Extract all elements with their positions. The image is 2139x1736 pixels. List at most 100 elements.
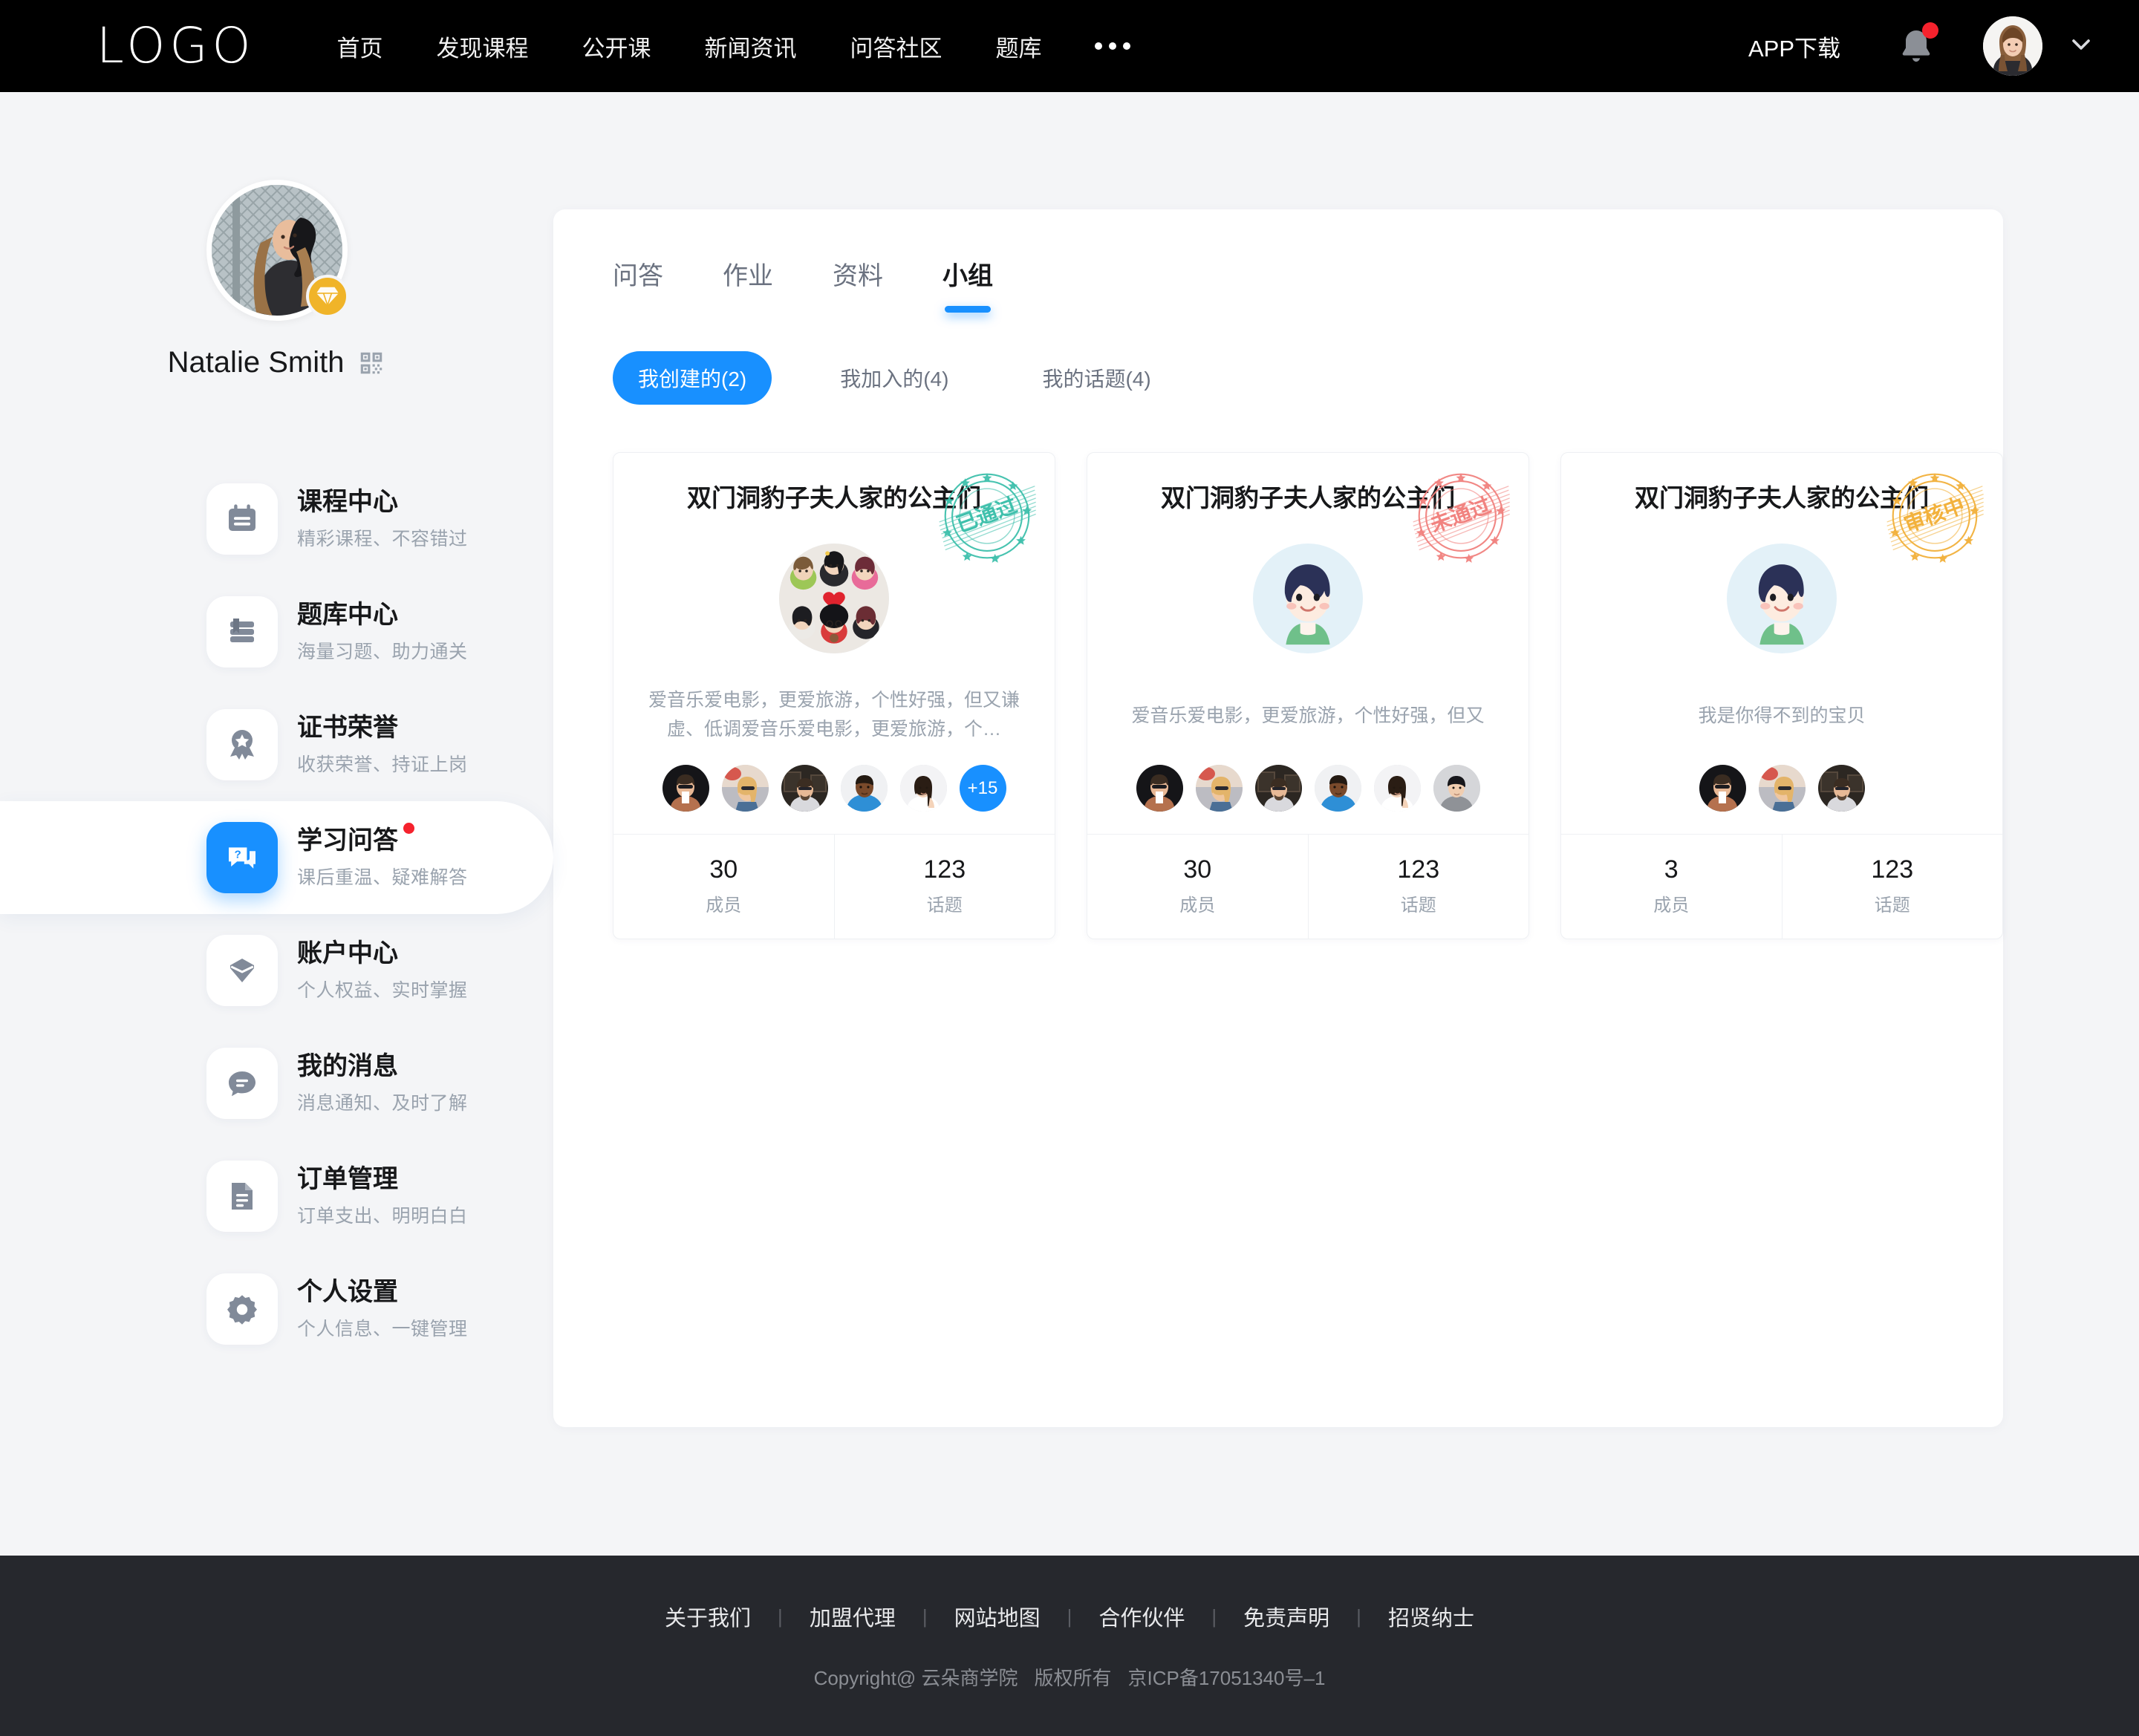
filter-created-by-me[interactable]: 我创建的(2)	[613, 351, 772, 405]
member-avatar[interactable]	[1699, 765, 1746, 812]
group-description: 爱音乐爱电影，更爱旅游，个性好强，但又	[1131, 705, 1485, 726]
chevron-down-icon[interactable]	[2066, 30, 2096, 63]
member-avatar[interactable]	[721, 765, 769, 812]
tab-groups[interactable]: 小组	[942, 255, 993, 313]
group-avatar	[779, 544, 889, 653]
question-chat-icon: ?	[206, 822, 278, 893]
member-avatar[interactable]	[1758, 765, 1806, 812]
nav-item-open-class[interactable]: 公开课	[582, 30, 651, 63]
ellipsis-icon[interactable]	[1095, 42, 1131, 50]
qrcode-icon[interactable]	[357, 349, 385, 377]
sidebar-item-title: 学习问答	[297, 822, 414, 856]
stat-members: 3 成员	[1561, 835, 1782, 939]
nav-item-news[interactable]: 新闻资讯	[704, 30, 796, 63]
group-member-avatars: +15	[645, 765, 1023, 812]
stat-label: 话题	[1874, 895, 1910, 916]
tab-materials[interactable]: 资料	[833, 255, 883, 313]
tab-homework[interactable]: 作业	[723, 255, 773, 313]
bell-icon[interactable]	[1895, 22, 1938, 68]
nav-item-qa-community[interactable]: 问答社区	[850, 30, 942, 63]
sidebar-item-text: 学习问答 课后重温、疑难解答	[297, 822, 468, 890]
filter-my-topics[interactable]: 我的话题(4)	[1017, 351, 1176, 405]
sidebar-item-my-messages[interactable]: 我的消息 消息通知、及时了解	[0, 1027, 553, 1140]
sidebar-item-title: 订单管理	[297, 1164, 398, 1195]
member-avatar[interactable]	[1373, 765, 1421, 812]
sidebar-item-course-center[interactable]: 课程中心 精彩课程、不容错过	[0, 463, 553, 575]
nav-item-question-bank[interactable]: 题库	[995, 30, 1041, 63]
stat-label: 话题	[926, 895, 963, 916]
footer-link-franchise[interactable]: 加盟代理	[810, 1601, 896, 1632]
sidebar-item-sub: 课后重温、疑难解答	[297, 867, 468, 889]
nav-item-courses[interactable]: 发现课程	[436, 30, 528, 63]
sidebar-item-study-qa[interactable]: ? 学习问答 课后重温、疑难解答	[0, 801, 553, 914]
member-avatar[interactable]	[1254, 765, 1302, 812]
member-avatar[interactable]	[1817, 765, 1865, 812]
member-avatar[interactable]	[1195, 765, 1243, 812]
group-card-body: 双门洞豹子夫人家的公主们	[613, 453, 1055, 834]
calendar-icon	[206, 483, 278, 555]
sidebar-item-title: 账户中心	[297, 939, 398, 969]
sidebar-item-sub: 收获荣誉、持证上岗	[297, 754, 468, 776]
sidebar-item-label: 课程中心	[297, 487, 398, 516]
group-card[interactable]: 双门洞豹子夫人家的公主们	[1560, 452, 2003, 939]
sidebar: Natalie Smith 课程中心 精彩课程、不容错过 题库中心 海量习题、助…	[0, 92, 553, 1365]
diamond-glyph	[230, 959, 254, 982]
member-avatar[interactable]	[1433, 765, 1480, 812]
group-avatar	[1727, 544, 1837, 653]
sidebar-item-account-center[interactable]: 账户中心 个人权益、实时掌握	[0, 914, 553, 1027]
footer-link-about[interactable]: 关于我们	[665, 1601, 751, 1632]
group-stats: 30 成员 123 话题	[1087, 834, 1528, 939]
footer-link-partners[interactable]: 合作伙伴	[1098, 1601, 1185, 1632]
footer-link-disclaimer[interactable]: 免责声明	[1243, 1601, 1329, 1632]
member-avatar[interactable]	[781, 765, 828, 812]
diamond-icon	[305, 275, 349, 318]
sidebar-item-text: 订单管理 订单支出、明明白白	[297, 1164, 468, 1229]
nav-item-home[interactable]: 首页	[336, 30, 382, 63]
avatar[interactable]	[1983, 16, 2042, 76]
member-avatar[interactable]	[899, 765, 947, 812]
profile-block: Natalie Smith	[0, 180, 553, 379]
sidebar-item-text: 题库中心 海量习题、助力通关	[297, 600, 468, 665]
sidebar-item-text: 课程中心 精彩课程、不容错过	[297, 487, 468, 552]
group-avatar	[1253, 544, 1363, 653]
group-card[interactable]: 双门洞豹子夫人家的公主们	[1087, 452, 1529, 939]
primary-nav: 首页 发现课程 公开课 新闻资讯 问答社区 题库	[336, 30, 1131, 63]
footer-separator: |	[1067, 1605, 1072, 1628]
app-download-link[interactable]: APP下载	[1748, 30, 1840, 63]
member-avatar[interactable]	[840, 765, 888, 812]
content-tabs: 问答 作业 资料 小组	[553, 209, 2003, 313]
sidebar-item-sub: 个人信息、一键管理	[297, 1319, 468, 1340]
group-filter-pills: 我创建的(2) 我加入的(4) 我的话题(4)	[553, 313, 2003, 405]
sidebar-item-question-bank-center[interactable]: 题库中心 海量习题、助力通关	[0, 575, 553, 688]
group-card[interactable]: 双门洞豹子夫人家的公主们	[613, 452, 1055, 939]
sidebar-item-order-management[interactable]: 订单管理 订单支出、明明白白	[0, 1140, 553, 1253]
sidebar-item-personal-settings[interactable]: 个人设置 个人信息、一键管理	[0, 1253, 553, 1365]
tab-qa[interactable]: 问答	[613, 255, 663, 313]
member-avatar[interactable]	[662, 765, 709, 812]
qrcode-glyph	[361, 352, 382, 373]
sidebar-item-label: 个人设置	[297, 1277, 398, 1306]
rights-text: 版权所有	[1034, 1667, 1112, 1689]
footer-link-sitemap[interactable]: 网站地图	[954, 1601, 1041, 1632]
profile-avatar-wrap[interactable]	[206, 180, 349, 321]
calendar-glyph	[229, 504, 255, 531]
sidebar-item-label: 证书荣誉	[297, 713, 398, 742]
medal-icon	[206, 709, 278, 780]
main-panel: 问答 作业 资料 小组 我创建的(2) 我加入的(4) 我的话题(4) 双门洞豹…	[553, 209, 2003, 1427]
gear-glyph	[227, 1295, 257, 1325]
sidebar-item-certificates[interactable]: 证书荣誉 收获荣誉、持证上岗	[0, 688, 553, 801]
group-card-list: 双门洞豹子夫人家的公主们 已通过 爱音乐爱电影，更爱旅游，个性好强，但又谦虚、低…	[553, 405, 2003, 939]
group-member-avatars	[1119, 765, 1497, 812]
filter-joined-by-me[interactable]: 我加入的(4)	[815, 351, 974, 405]
stat-value: 123	[1871, 855, 1914, 884]
icp-text[interactable]: 京ICP备17051340号–1	[1127, 1663, 1325, 1691]
boy-avatar-image	[1727, 544, 1837, 653]
site-logo[interactable]: LOGO	[97, 22, 255, 71]
member-avatar[interactable]	[1314, 765, 1361, 812]
stat-members: 30 成员	[1087, 835, 1308, 939]
footer-link-careers[interactable]: 招贤纳士	[1388, 1601, 1474, 1632]
member-avatar[interactable]	[1136, 765, 1183, 812]
member-overflow-count[interactable]: +15	[959, 765, 1006, 812]
sidebar-menu: 课程中心 精彩课程、不容错过 题库中心 海量习题、助力通关 证书荣誉 收获荣誉、…	[0, 463, 553, 1365]
group-description: 我是你得不到的宝贝	[1698, 705, 1866, 726]
